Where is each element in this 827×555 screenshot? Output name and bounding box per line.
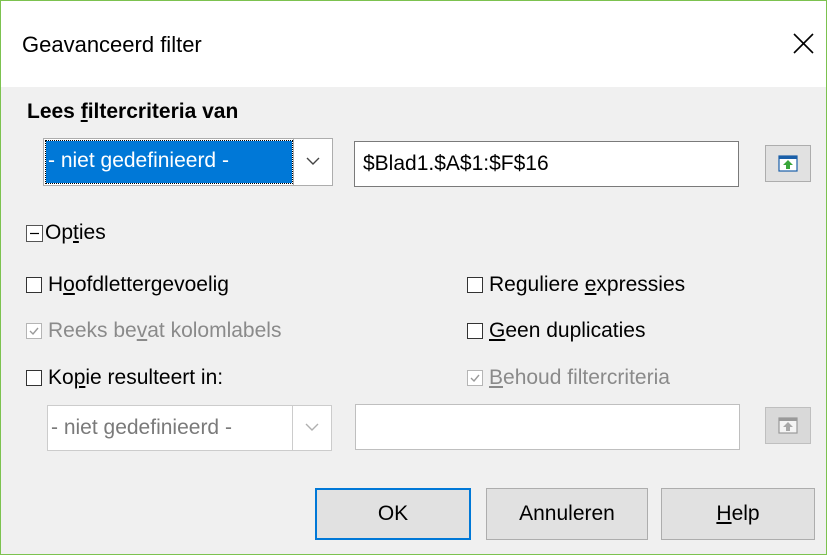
checkmark-icon	[29, 327, 39, 336]
criteria-range-select-value: - niet gedefinieerd -	[45, 140, 293, 184]
checkbox-box	[467, 277, 483, 293]
regex-label: Reguliere expressies	[489, 273, 686, 296]
collapse-minus-icon	[26, 225, 43, 242]
range-contains-labels-checkbox[interactable]: Reeks bevat kolomlabels	[26, 319, 281, 343]
title-bar: Geavanceerd filter	[1, 1, 826, 87]
dialog-title: Geavanceerd filter	[22, 32, 202, 57]
copy-output-select-value: - niet gedefinieerd -	[51, 416, 232, 439]
copy-output-select[interactable]: - niet gedefinieerd -	[47, 405, 332, 451]
keep-criteria-label: Behoud filtercriteria	[489, 366, 670, 389]
checkbox-box	[26, 370, 42, 386]
close-button[interactable]	[789, 26, 819, 60]
criteria-shrink-button[interactable]	[765, 145, 811, 182]
options-collapse-toggle[interactable]	[26, 225, 43, 242]
criteria-range-select[interactable]: - niet gedefinieerd -	[43, 138, 333, 186]
copy-output-dropdown-button[interactable]	[292, 406, 331, 450]
shrink-dialog-icon	[778, 417, 798, 434]
case-sensitive-checkbox[interactable]: Hoofdlettergevoelig	[26, 273, 229, 297]
case-sensitive-label: Hoofdlettergevoelig	[48, 273, 229, 296]
criteria-range-input[interactable]: $Blad1.$A$1:$F$16	[354, 141, 739, 187]
copy-results-checkbox[interactable]: Kopie resulteert in:	[26, 366, 223, 390]
cancel-button[interactable]: Annuleren	[486, 488, 648, 540]
copy-results-label: Kopie resulteert in:	[48, 366, 224, 389]
options-expander-label[interactable]: Opties	[45, 221, 106, 245]
shrink-dialog-icon	[778, 155, 798, 172]
checkbox-box	[26, 277, 42, 293]
chevron-down-icon	[306, 157, 320, 165]
help-button[interactable]: Help	[661, 488, 815, 540]
keep-criteria-checkbox[interactable]: Behoud filtercriteria	[467, 366, 670, 390]
checkbox-box	[467, 323, 483, 339]
copy-output-input[interactable]	[355, 404, 740, 450]
range-contains-labels-label: Reeks bevat kolomlabels	[48, 319, 282, 342]
ok-button[interactable]: OK	[315, 488, 471, 540]
close-icon	[793, 33, 814, 54]
copy-output-shrink-button[interactable]	[765, 407, 811, 444]
checkbox-box	[467, 370, 483, 386]
criteria-heading: Lees filtercriteria van	[27, 100, 239, 123]
no-duplicates-checkbox[interactable]: Geen duplicaties	[467, 319, 645, 343]
criteria-range-dropdown-button[interactable]	[293, 139, 332, 185]
advanced-filter-dialog: Geavanceerd filter Lees filtercriteria v…	[0, 0, 827, 555]
no-duplicates-label: Geen duplicaties	[489, 319, 646, 342]
regex-checkbox[interactable]: Reguliere expressies	[467, 273, 685, 297]
checkmark-icon	[470, 374, 480, 383]
chevron-down-icon	[305, 423, 319, 431]
checkbox-box	[26, 323, 42, 339]
